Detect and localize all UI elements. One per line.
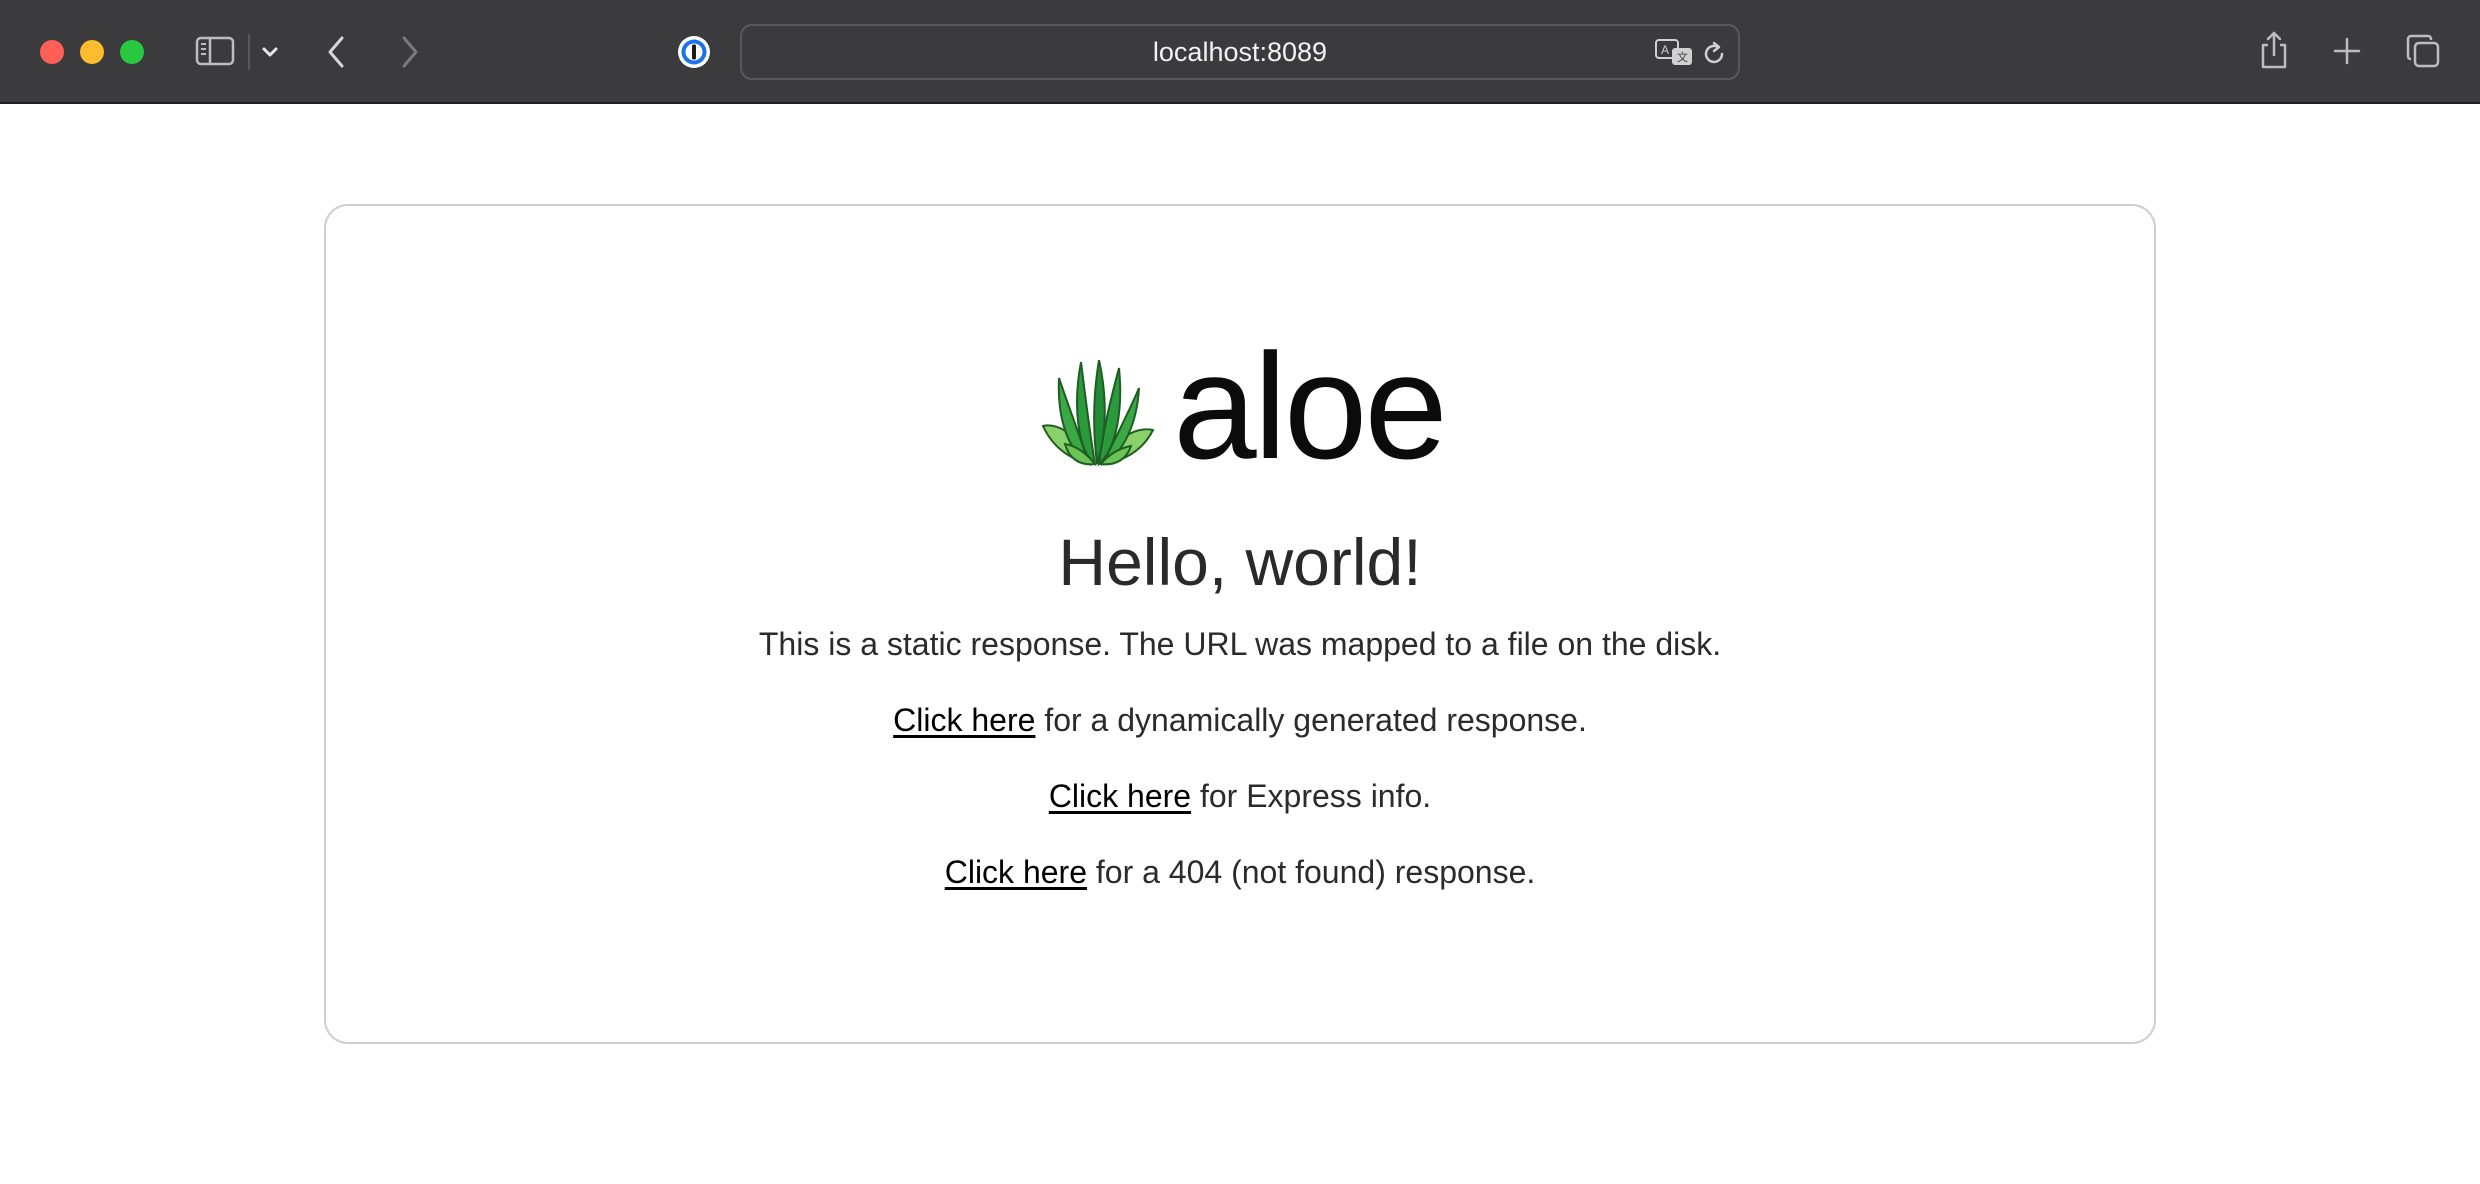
- chevron-right-icon[interactable]: [396, 32, 424, 72]
- reload-icon[interactable]: [1698, 38, 1730, 70]
- address-bar[interactable]: localhost:8089 A 文: [740, 24, 1740, 80]
- share-icon[interactable]: [2256, 28, 2292, 72]
- logo-wordmark: aloe: [1173, 322, 1448, 490]
- close-window-button[interactable]: [40, 40, 64, 64]
- content-card: aloe Hello, world! This is a static resp…: [324, 204, 2156, 1044]
- chevron-down-icon[interactable]: [258, 40, 282, 64]
- browser-toolbar: localhost:8089 A 文: [0, 0, 2480, 104]
- not-found-text: for a 404 (not found) response.: [1086, 854, 1536, 890]
- tabs-icon[interactable]: [2404, 32, 2442, 70]
- page-title: Hello, world!: [1058, 525, 1422, 599]
- not-found-line: Click here for a 404 (not found) respons…: [326, 854, 2154, 891]
- url-text[interactable]: localhost:8089: [742, 26, 1738, 78]
- aloe-plant-icon: [1041, 360, 1155, 467]
- svg-text:文: 文: [1677, 50, 1688, 64]
- plus-icon[interactable]: [2330, 34, 2364, 68]
- maximize-window-button[interactable]: [120, 40, 144, 64]
- translate-icon[interactable]: A 文: [1654, 38, 1694, 68]
- dynamic-response-link[interactable]: Click here: [893, 702, 1035, 738]
- sidebar-icon[interactable]: [194, 34, 236, 68]
- express-info-text: for Express info.: [1191, 778, 1432, 814]
- express-info-line: Click here for Express info.: [326, 778, 2154, 815]
- dynamic-response-line: Click here for a dynamically generated r…: [326, 702, 2154, 739]
- svg-text:A: A: [1661, 43, 1669, 57]
- page-content: aloe Hello, world! This is a static resp…: [0, 104, 2480, 1184]
- not-found-link[interactable]: Click here: [945, 854, 1087, 890]
- logo: aloe: [326, 331, 2154, 481]
- chevron-left-icon[interactable]: [322, 32, 350, 72]
- toolbar-divider: [248, 34, 250, 70]
- 1password-icon[interactable]: [676, 34, 712, 70]
- minimize-window-button[interactable]: [80, 40, 104, 64]
- intro-text: This is a static response. The URL was m…: [758, 626, 1722, 662]
- dynamic-response-text: for a dynamically generated response.: [1035, 702, 1587, 738]
- express-info-link[interactable]: Click here: [1049, 778, 1191, 814]
